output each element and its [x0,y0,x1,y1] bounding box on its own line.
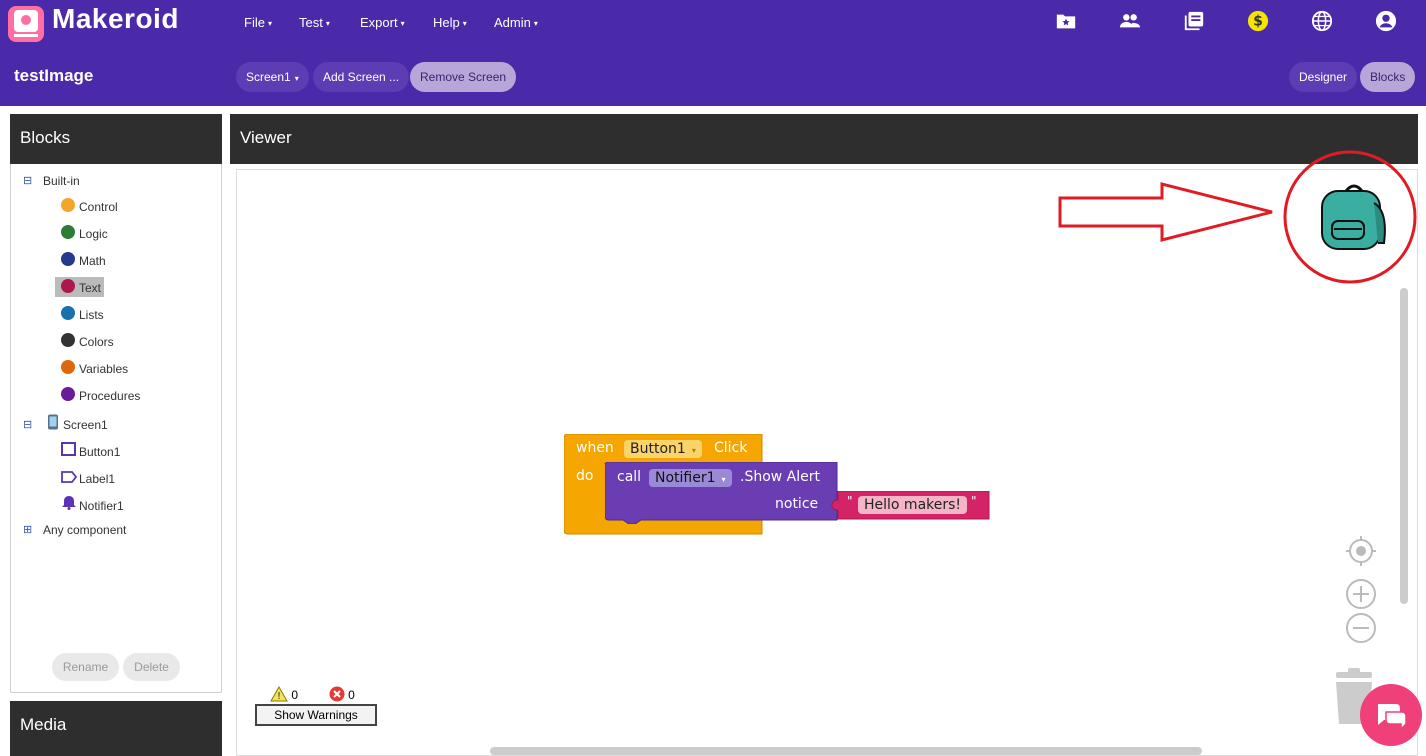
vertical-scrollbar[interactable] [1400,288,1408,604]
people-icon[interactable] [1119,10,1141,32]
library-icon[interactable] [1183,10,1205,32]
do-keyword: do [576,468,594,484]
colors-color-icon [61,333,75,347]
component-button1[interactable]: Button1 [79,445,120,459]
when-keyword: when [576,440,614,456]
horizontal-scrollbar[interactable] [490,747,1202,755]
designer-button[interactable]: Designer [1289,62,1358,92]
any-component-label[interactable]: Any component [43,523,126,537]
coin-icon[interactable]: $ [1247,10,1269,32]
phone-icon [48,414,58,430]
bell-icon [62,496,76,510]
screen-label[interactable]: Screen1 [63,418,108,432]
zoom-out-icon[interactable] [1345,612,1377,644]
component-label1[interactable]: Label1 [79,472,115,486]
math-color-icon [61,252,75,266]
variables-color-icon [61,360,75,374]
rename-button[interactable]: Rename [52,653,119,681]
builtin-collapse-icon[interactable]: ⊟ [23,174,33,187]
text-value-field[interactable]: Hello makers! [858,496,968,514]
top-bar: Makeroid File ▾ Test ▾ Export ▾ Help ▾ Admin… [0,0,1426,106]
lists-color-icon [61,306,75,320]
text-color-icon [61,279,75,293]
show-warnings-button[interactable]: Show Warnings [255,704,377,726]
call-component-dropdown[interactable]: Notifier1 ▾ [649,469,732,487]
component-notifier1[interactable]: Notifier1 [79,499,124,513]
project-title: testImage [14,66,94,85]
warning-count: 0 [291,688,299,702]
builtin-label[interactable]: Built-in [43,174,80,188]
drawer-colors[interactable]: Colors [61,333,114,349]
remove-screen-button[interactable]: Remove Screen [410,62,517,92]
globe-icon[interactable] [1311,10,1333,32]
call-keyword: call [617,469,642,485]
text-open-quote: " [847,494,853,508]
event-name: Click [714,440,748,456]
drawer-text[interactable]: Text [55,277,105,297]
menu-export[interactable]: Export ▾ [360,15,405,30]
button-component-icon [61,442,76,456]
chat-button[interactable] [1360,684,1422,746]
delete-button[interactable]: Delete [123,653,180,681]
label-component-icon [61,471,77,483]
event-component-dropdown[interactable]: Button1 ▾ [624,440,702,458]
drawer-logic[interactable]: Logic [61,225,108,241]
menu-file[interactable]: File ▾ [244,15,272,30]
drawer-variables[interactable]: Variables [61,360,128,376]
blocks-button[interactable]: Blocks [1360,62,1416,92]
menu-admin[interactable]: Admin ▾ [494,15,538,30]
warning-icon: ! [270,685,288,702]
error-count: 0 [348,688,355,702]
recenter-icon[interactable] [1346,536,1376,566]
backpack-icon[interactable] [1316,181,1390,251]
drawer-math[interactable]: Math [61,252,106,268]
makeroid-logo [8,6,44,42]
call-method: .Show Alert [740,469,821,485]
menu-test[interactable]: Test ▾ [299,15,330,30]
svg-text:!: ! [277,691,281,702]
warning-indicator: ! 0 0 [270,685,355,702]
control-color-icon [61,198,75,212]
logic-color-icon [61,225,75,239]
menu-help[interactable]: Help ▾ [433,15,467,30]
any-component-expand-icon[interactable]: ⊞ [23,523,33,536]
error-icon [329,686,345,702]
screen-collapse-icon[interactable]: ⊟ [23,418,33,431]
procedures-color-icon [61,387,75,401]
add-screen-button[interactable]: Add Screen ... [313,62,410,92]
zoom-in-icon[interactable] [1345,578,1377,610]
notice-param-label: notice [775,496,819,512]
svg-text:$: $ [1253,14,1263,30]
star-folder-icon[interactable] [1055,10,1077,32]
media-panel-title: Media [10,701,222,756]
chat-icon [1378,704,1407,730]
drawer-control[interactable]: Control [61,198,118,214]
account-icon[interactable] [1375,10,1397,32]
screen-select[interactable]: Screen1 ▾ [236,62,309,92]
drawer-procedures[interactable]: Procedures [61,387,140,403]
blocks-panel-title: Blocks [10,114,222,164]
drawer-lists[interactable]: Lists [61,306,104,322]
text-close-quote: " [971,494,977,508]
brand-name: Makeroid [52,3,179,34]
